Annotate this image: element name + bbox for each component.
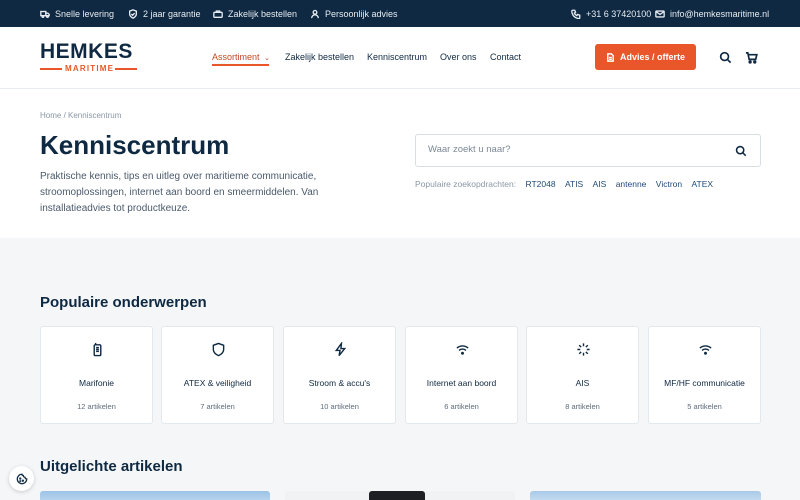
topic-count: 12 artikelen xyxy=(77,402,116,411)
topic-title: Marifonie xyxy=(79,378,114,388)
usp-label: Zakelijk bestellen xyxy=(228,8,298,19)
logo[interactable]: HEMKES MARITIME xyxy=(40,41,140,75)
featured-article-image[interactable] xyxy=(530,491,761,500)
shield-check-icon xyxy=(129,8,137,19)
topic-card-internet[interactable]: Internet aan boord 6 artikelen xyxy=(405,326,518,424)
popular-tag[interactable]: RT2048 xyxy=(526,179,556,189)
nav-item-assortiment[interactable]: Assortiment ⌄ xyxy=(212,52,270,62)
topic-card-marifonie[interactable]: Marifonie 12 artikelen xyxy=(40,326,153,424)
topics-section: Populaire onderwerpen Marifonie 12 artik… xyxy=(0,238,800,500)
intro-text: Praktische kennis, tips en uitleg over m… xyxy=(40,171,319,214)
shield-icon xyxy=(212,342,225,357)
hero-section: Home / Kenniscentrum Kenniscentrum Prakt… xyxy=(0,89,800,238)
nav-label: Assortiment xyxy=(212,52,260,62)
nav-active-underline xyxy=(212,64,269,66)
popular-label: Populaire zoekopdrachten: xyxy=(415,179,517,189)
email-link[interactable]: info@hemkesmaritime.nl xyxy=(655,0,769,27)
mail-icon xyxy=(655,9,665,18)
topic-card-stroom[interactable]: Stroom & accu's 10 artikelen xyxy=(283,326,396,424)
breadcrumb[interactable]: Home / Kenniscentrum xyxy=(40,111,121,120)
featured-article-image[interactable] xyxy=(285,491,515,500)
cta-label: Advies / offerte xyxy=(619,52,686,62)
search-icon xyxy=(719,51,732,64)
topic-count: 6 artikelen xyxy=(444,402,479,411)
page-title: Kenniscentrum xyxy=(40,130,230,160)
user-icon xyxy=(311,9,319,18)
usp-business: Zakelijk bestellen xyxy=(213,0,297,27)
search-input[interactable] xyxy=(428,144,718,155)
topic-title: Stroom & accu's xyxy=(308,378,371,388)
logo-main-text: HEMKES xyxy=(40,40,133,63)
topic-title: MF/HF communicatie xyxy=(664,378,745,388)
featured-title: Uitgelichte artikelen xyxy=(40,458,183,475)
advice-quote-button[interactable]: Advies / offerte xyxy=(595,44,696,70)
topics-title: Populaire onderwerpen xyxy=(40,294,207,311)
popular-tag[interactable]: AIS xyxy=(593,179,607,189)
cart-button[interactable] xyxy=(745,51,758,64)
topic-card-mfhf[interactable]: MF/HF communicatie 5 artikelen xyxy=(648,326,761,424)
radio-icon xyxy=(93,342,102,357)
document-icon xyxy=(607,52,614,62)
search-box[interactable] xyxy=(415,134,761,167)
phone-number: +31 6 37420100 xyxy=(586,8,652,19)
email-address: info@hemkesmaritime.nl xyxy=(670,8,770,19)
featured-thumbnails xyxy=(40,491,761,500)
topic-title: Internet aan boord xyxy=(426,378,497,388)
cookie-icon xyxy=(16,473,27,484)
wifi-icon xyxy=(456,345,469,355)
main-header: HEMKES MARITIME Assortiment ⌄ Zakelijk b… xyxy=(0,27,800,89)
popular-tag[interactable]: antenne xyxy=(616,179,647,189)
topic-title: ATEX & veiligheid xyxy=(183,378,252,388)
logo-bar-right xyxy=(115,68,137,70)
popular-tag[interactable]: ATIS xyxy=(565,179,583,189)
usp-advice: Persoonlijk advies xyxy=(310,0,398,27)
cookie-settings-button[interactable] xyxy=(9,466,34,491)
logo-bar-left xyxy=(40,68,62,70)
usp-warranty: 2 jaar garantie xyxy=(128,0,201,27)
search-button[interactable] xyxy=(719,51,732,64)
phone-link[interactable]: +31 6 37420100 xyxy=(571,0,651,27)
usp-label: Snelle levering xyxy=(55,8,115,19)
logo-sub-text: MARITIME xyxy=(65,64,115,73)
top-bar: Snelle levering 2 jaar garantie Zakelijk… xyxy=(0,0,800,27)
usp-label: 2 jaar garantie xyxy=(143,8,201,19)
cart-icon xyxy=(745,52,758,64)
topic-count: 10 artikelen xyxy=(320,402,359,411)
nav-item-contact[interactable]: Contact xyxy=(490,52,521,62)
topic-card-ais[interactable]: AIS 8 artikelen xyxy=(526,326,639,424)
topic-title: AIS xyxy=(575,378,590,388)
briefcase-icon xyxy=(213,9,223,18)
popular-tag[interactable]: ATEX xyxy=(691,179,713,189)
topic-count: 8 artikelen xyxy=(565,402,600,411)
lightning-icon xyxy=(334,342,347,357)
topic-card-atex[interactable]: ATEX & veiligheid 7 artikelen xyxy=(161,326,274,424)
topic-cards: Marifonie 12 artikelen ATEX & veiligheid… xyxy=(40,326,761,424)
chevron-down-icon: ⌄ xyxy=(264,55,270,62)
nav-item-kenniscentrum[interactable]: Kenniscentrum xyxy=(367,52,427,62)
popular-searches: Populaire zoekopdrachten: RT2048 ATIS AI… xyxy=(415,179,713,189)
radio-device-image xyxy=(369,491,425,500)
phone-icon xyxy=(571,9,581,19)
usp-fast-delivery: Snelle levering xyxy=(40,0,114,27)
wifi-icon xyxy=(699,345,712,355)
nav-item-over-ons[interactable]: Over ons xyxy=(440,52,477,62)
featured-article-image[interactable] xyxy=(40,491,270,500)
popular-tag[interactable]: Victron xyxy=(656,179,682,189)
nav-item-zakelijk[interactable]: Zakelijk bestellen xyxy=(285,52,354,62)
topic-count: 7 artikelen xyxy=(200,402,235,411)
truck-icon xyxy=(40,10,50,18)
usp-label: Persoonlijk advies xyxy=(325,8,398,19)
signal-icon xyxy=(577,343,590,356)
search-icon[interactable] xyxy=(735,145,747,157)
topic-count: 5 artikelen xyxy=(687,402,722,411)
